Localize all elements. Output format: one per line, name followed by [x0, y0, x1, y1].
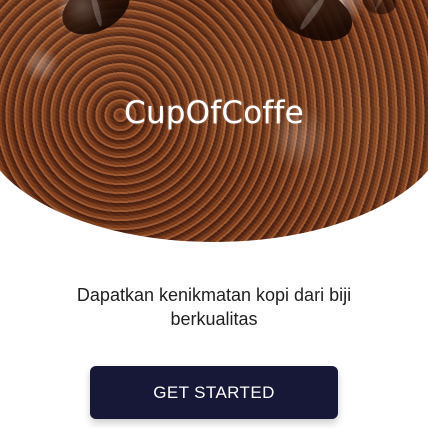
tagline-text: Dapatkan kenikmatan kopi dari biji berku… — [76, 285, 352, 329]
coffee-bean-image — [359, 0, 399, 18]
hero-image — [0, 0, 428, 242]
coffee-bean-image — [53, 0, 139, 46]
coffee-bean-image — [263, 0, 361, 52]
get-started-button[interactable]: GET STARTED — [90, 366, 338, 419]
